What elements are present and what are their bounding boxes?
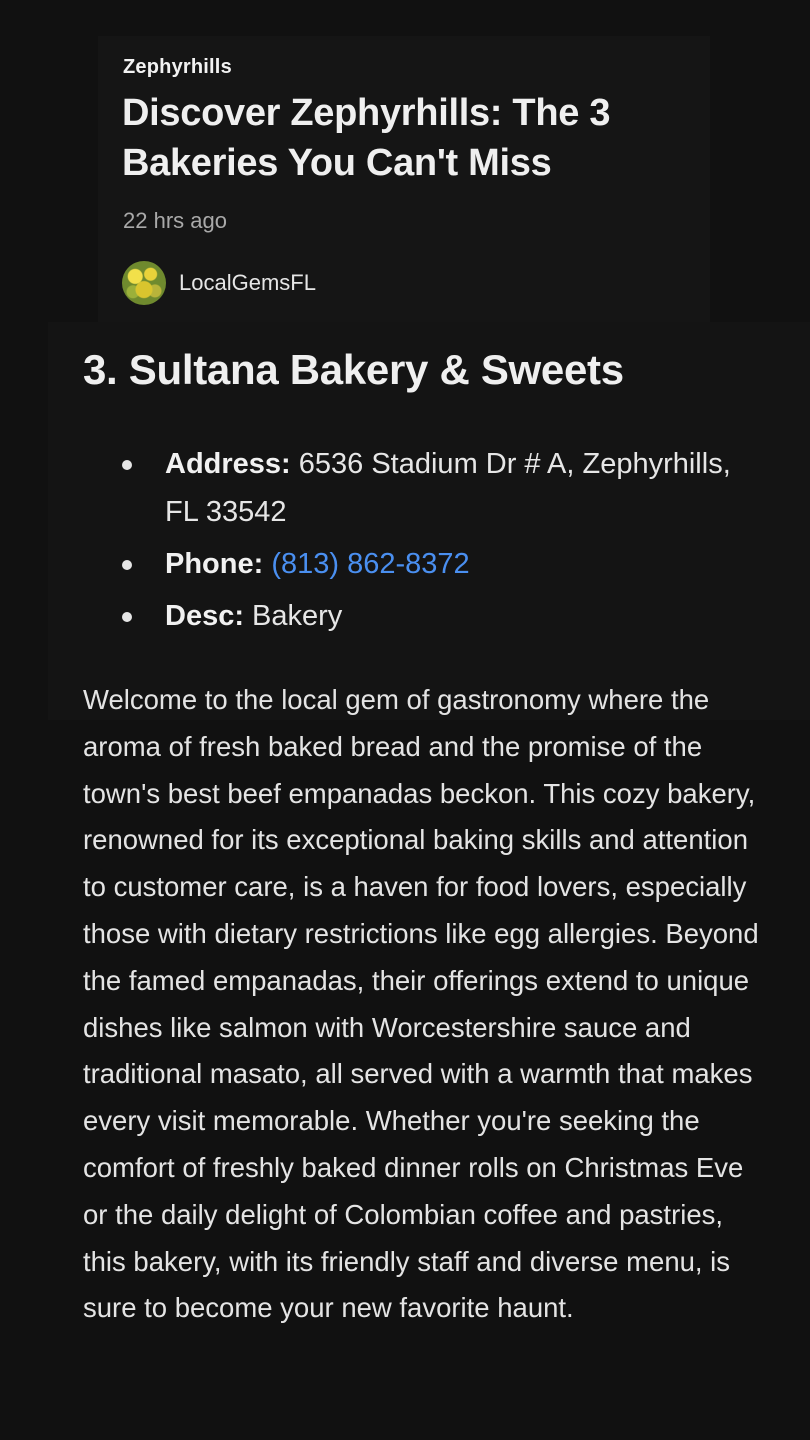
avatar[interactable]	[122, 261, 166, 305]
section-tag[interactable]: Zephyrhills	[123, 56, 232, 79]
timestamp: 22 hrs ago	[123, 208, 227, 233]
phone-link[interactable]: (813) 862-8372	[271, 548, 469, 580]
entry-heading: 3. Sultana Bakery & Sweets	[83, 346, 624, 393]
description-paragraph: Welcome to the local gem of gastronomy w…	[83, 684, 759, 1324]
phone-label: Phone:	[165, 548, 272, 580]
article-title: Discover Zephyrhills: The 3 Bakeries You…	[122, 92, 611, 184]
list-item-address: Address: 6536 Stadium Dr # A, Zephyrhill…	[83, 440, 743, 536]
desc-label: Desc:	[165, 600, 253, 632]
author-row[interactable]: LocalGemsFL	[122, 261, 316, 305]
author-name[interactable]: LocalGemsFL	[179, 270, 316, 296]
list-item-phone: Phone: (813) 862-8372	[83, 540, 743, 588]
bullet-icon	[122, 560, 132, 570]
desc-value: Bakery	[252, 600, 343, 632]
bullet-icon	[122, 612, 132, 622]
details-list: Address: 6536 Stadium Dr # A, Zephyrhill…	[83, 440, 743, 640]
address-label: Address:	[165, 448, 299, 480]
list-item-desc: Desc: Bakery	[83, 592, 743, 640]
bullet-icon	[122, 460, 132, 470]
